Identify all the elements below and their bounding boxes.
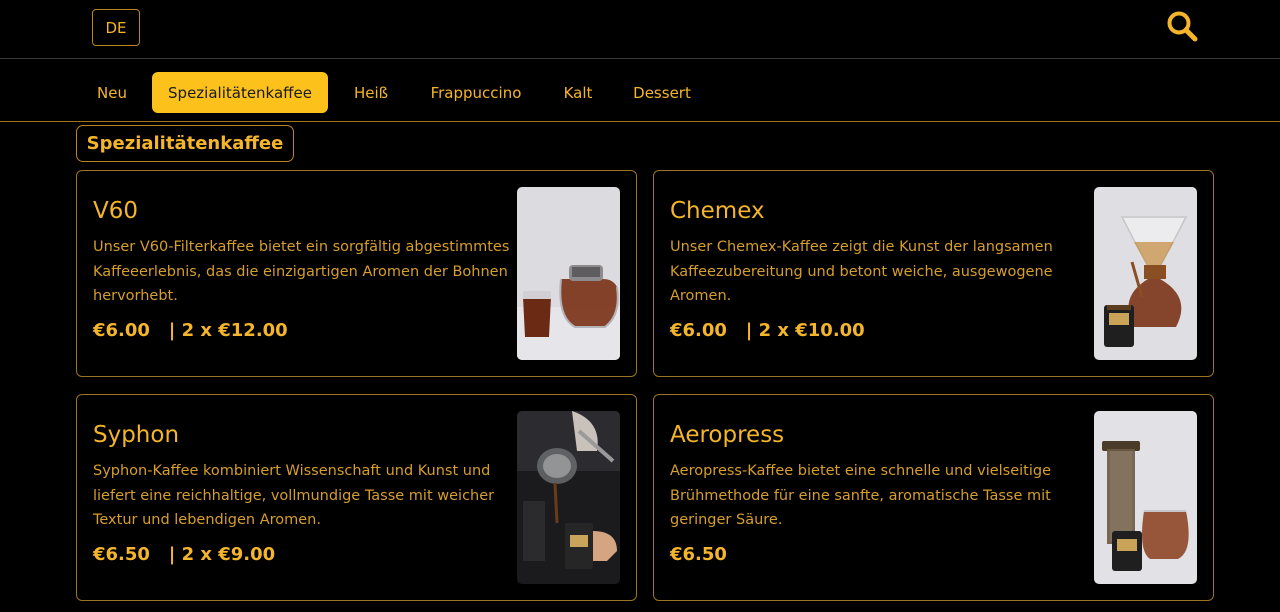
product-card-v60[interactable]: V60 Unser V60-Filterkaffee bietet ein so…	[76, 170, 637, 377]
product-image-chemex	[1094, 187, 1197, 360]
tab-frappuccino[interactable]: Frappuccino	[418, 72, 534, 113]
product-name: Syphon	[93, 422, 180, 448]
language-button[interactable]: DE	[92, 9, 140, 46]
product-name: Chemex	[670, 198, 765, 224]
product-description: Syphon-Kaffee kombiniert Wissenschaft un…	[93, 463, 495, 528]
product-price: €6.00 | 2 x €10.00	[670, 320, 865, 341]
product-price: €6.00 | 2 x €12.00	[93, 320, 288, 341]
tab-kalt[interactable]: Kalt	[552, 72, 604, 113]
tab-heiss[interactable]: Heiß	[340, 72, 402, 113]
product-image-syphon	[517, 411, 620, 584]
tab-spezialitaetenkaffee[interactable]: Spezialitätenkaffee	[152, 72, 328, 113]
product-price: €6.50	[670, 544, 727, 565]
product-name: V60	[93, 198, 139, 224]
product-card-chemex[interactable]: Chemex Unser Chemex-Kaffee zeigt die Kun…	[653, 170, 1214, 377]
product-description: Unser Chemex-Kaffee zeigt die Kunst der …	[670, 239, 1053, 304]
search-icon[interactable]	[1164, 8, 1200, 44]
product-card-aeropress[interactable]: Aeropress Aeropress-Kaffee bietet eine s…	[653, 394, 1214, 601]
product-price: €6.50 | 2 x €9.00	[93, 544, 276, 565]
product-description: Aeropress-Kaffee bietet eine schnelle un…	[670, 463, 1052, 528]
top-bar: DE	[0, 0, 1280, 59]
section-title: Spezialitätenkaffee	[76, 125, 294, 162]
product-image-aeropress	[1094, 411, 1197, 584]
product-card-syphon[interactable]: Syphon Syphon-Kaffee kombiniert Wissensc…	[76, 394, 637, 601]
product-description: Unser V60-Filterkaffee bietet ein sorgfä…	[93, 239, 510, 304]
tab-dessert[interactable]: Dessert	[622, 72, 702, 113]
category-tabs: Neu Spezialitätenkaffee Heiß Frappuccino…	[0, 60, 1280, 122]
product-image-v60	[517, 187, 620, 360]
product-name: Aeropress	[670, 422, 785, 448]
tab-neu[interactable]: Neu	[86, 72, 138, 113]
